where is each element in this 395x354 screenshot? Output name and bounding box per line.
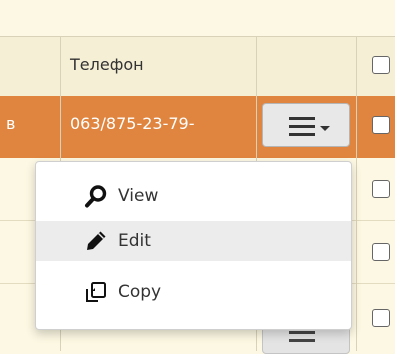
- row-actions-dropdown: View Edit Copy: [35, 161, 352, 330]
- column-header-phone[interactable]: Телефон: [60, 37, 256, 97]
- select-all-checkbox[interactable]: [372, 56, 390, 74]
- menu-item-view[interactable]: View: [36, 176, 351, 216]
- cell-phone: 063/875-23-79-: [70, 114, 195, 133]
- menu-item-copy[interactable]: Copy: [36, 272, 351, 312]
- row-checkbox[interactable]: [372, 309, 390, 327]
- row-actions-button[interactable]: [262, 103, 350, 147]
- caret-down-icon: [320, 126, 330, 131]
- top-strip: [0, 0, 395, 36]
- menu-item-label: View: [118, 186, 159, 206]
- pencil-icon: [87, 231, 106, 250]
- cell-name: в: [6, 114, 16, 133]
- search-icon: [85, 185, 107, 208]
- row-checkbox[interactable]: [372, 243, 390, 261]
- menu-icon: [289, 117, 315, 141]
- menu-item-label: Edit: [118, 231, 151, 251]
- menu-item-label: Copy: [118, 282, 162, 302]
- menu-icon: [289, 331, 315, 347]
- column-divider: [356, 36, 357, 351]
- row-checkbox[interactable]: [372, 180, 390, 198]
- row-checkbox[interactable]: [372, 116, 390, 134]
- copy-icon: [86, 282, 106, 302]
- menu-item-edit[interactable]: Edit: [36, 221, 351, 261]
